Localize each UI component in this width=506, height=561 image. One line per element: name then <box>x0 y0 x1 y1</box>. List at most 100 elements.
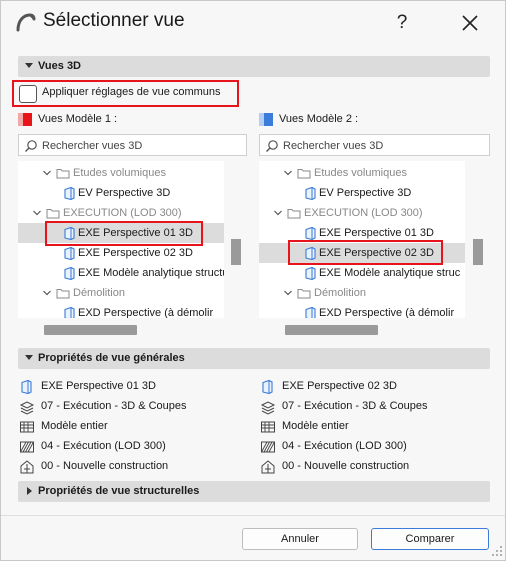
section-structural-label: Propriétés de vue structurelles <box>38 485 200 497</box>
model2-tree-item-label: EV Perspective 3D <box>319 187 412 199</box>
view-3d-icon <box>305 266 316 280</box>
model-filter-icon <box>20 421 34 433</box>
model1-tree-item-label: Démolition <box>73 287 125 299</box>
renovation-icon <box>261 460 275 474</box>
model1-tree-item-label: EXD Perspective (à démolir <box>78 307 214 318</box>
layers-icon <box>19 401 35 415</box>
property-value: 04 - Exécution (LOD 300) <box>41 440 166 452</box>
view-3d-icon <box>64 266 75 280</box>
property-value: 07 - Exécution - 3D & Coupes <box>41 400 187 412</box>
chevron-down-icon[interactable] <box>42 168 52 178</box>
model1-tree-view-item[interactable]: EXD Perspective (à démolir <box>18 303 224 318</box>
view-3d-icon <box>305 186 316 200</box>
model2-tree-item-label: EXECUTION (LOD 300) <box>304 207 423 219</box>
model2-vertical-scrollbar[interactable] <box>473 239 483 265</box>
cancel-button[interactable]: Annuler <box>242 528 358 550</box>
model1-tree-item-label: EXE Modèle analytique structu <box>78 267 224 279</box>
folder-icon <box>297 289 311 299</box>
model2-tree-item-label: EXE Modèle analytique struc <box>319 267 461 279</box>
title-bar: Sélectionner vue ? <box>1 1 505 45</box>
model1-vertical-scrollbar[interactable] <box>231 239 241 265</box>
model2-color-icon <box>259 113 273 126</box>
archicad-logo-icon <box>16 13 36 32</box>
view-3d-icon <box>64 186 75 200</box>
section-views-3d[interactable]: Vues 3D <box>18 56 490 77</box>
structure-icon <box>261 441 275 453</box>
search-icon <box>266 140 278 152</box>
model1-tree-view-item[interactable]: EV Perspective 3D <box>18 183 224 203</box>
view-3d-icon <box>262 379 273 395</box>
section-general-properties[interactable]: Propriétés de vue générales <box>18 348 490 369</box>
model1-tree-view-item[interactable]: EXE Modèle analytique structu <box>18 263 224 283</box>
model2-tree-folder[interactable]: Démolition <box>259 283 465 303</box>
help-button[interactable]: ? <box>389 9 415 37</box>
collapse-arrow-icon <box>25 355 33 360</box>
model2-tree-folder[interactable]: EXECUTION (LOD 300) <box>259 203 465 223</box>
model2-tree-folder[interactable]: Etudes volumiques <box>259 163 465 183</box>
model1-tree-item-label: EXECUTION (LOD 300) <box>63 207 182 219</box>
expand-arrow-icon <box>27 487 32 495</box>
property-value: 04 - Exécution (LOD 300) <box>282 440 407 452</box>
close-icon[interactable] <box>456 9 484 37</box>
collapse-arrow-icon <box>25 63 33 68</box>
folder-icon <box>46 209 60 219</box>
model1-selection-highlight <box>45 221 203 246</box>
common-settings-highlight: Appliquer réglages de vue communs <box>12 80 239 107</box>
chevron-down-icon[interactable] <box>283 168 293 178</box>
common-settings-checkbox[interactable] <box>19 85 37 103</box>
model-filter-icon <box>261 421 275 433</box>
model2-selection-highlight <box>288 240 443 265</box>
property-value: EXE Perspective 01 3D <box>41 380 156 392</box>
model2-tree-view-item[interactable]: EXE Modèle analytique struc <box>259 263 465 283</box>
dialog-title: Sélectionner vue <box>43 10 185 31</box>
chevron-down-icon[interactable] <box>42 288 52 298</box>
model1-tree-item-label: EV Perspective 3D <box>78 187 171 199</box>
view-3d-icon <box>64 246 75 260</box>
view-3d-icon <box>305 226 316 240</box>
search-icon <box>25 140 37 152</box>
model1-tree-folder[interactable]: Etudes volumiques <box>18 163 224 183</box>
model2-search[interactable] <box>259 134 490 156</box>
compare-button[interactable]: Comparer <box>371 528 489 550</box>
view-3d-icon <box>21 379 32 395</box>
model2-horizontal-scrollbar[interactable] <box>285 325 378 335</box>
view-3d-icon <box>305 306 316 318</box>
property-value: Modèle entier <box>282 420 349 432</box>
model1-horizontal-scrollbar[interactable] <box>44 325 137 335</box>
property-row: 00 - Nouvelle construction <box>260 458 480 476</box>
property-value: Modèle entier <box>41 420 108 432</box>
property-row: EXE Perspective 02 3D <box>260 378 480 396</box>
model2-search-input[interactable] <box>283 138 478 153</box>
model1-tree-view-item[interactable]: EXE Perspective 02 3D <box>18 243 224 263</box>
section-views-3d-label: Vues 3D <box>38 60 82 72</box>
model2-tree-view-item[interactable]: EXD Perspective (à démolir <box>259 303 465 318</box>
section-structural-properties[interactable]: Propriétés de vue structurelles <box>18 481 490 502</box>
resize-grip-icon[interactable] <box>491 545 503 557</box>
property-row: Modèle entier <box>19 418 239 436</box>
select-view-dialog: Sélectionner vue ? Vues 3D Appliquer rég… <box>0 0 506 561</box>
property-value: 07 - Exécution - 3D & Coupes <box>282 400 428 412</box>
model2-tree-item-label: Etudes volumiques <box>314 167 407 179</box>
model1-color-icon <box>18 113 32 126</box>
model1-tree-folder[interactable]: EXECUTION (LOD 300) <box>18 203 224 223</box>
model2-tree-view-item[interactable]: EV Perspective 3D <box>259 183 465 203</box>
folder-icon <box>56 169 70 179</box>
structure-icon <box>20 441 34 453</box>
model2-tree-item-label: EXD Perspective (à démolir <box>319 307 455 318</box>
property-row: 07 - Exécution - 3D & Coupes <box>260 398 480 416</box>
model1-search[interactable] <box>18 134 247 156</box>
model1-tree-item-label: EXE Perspective 02 3D <box>78 247 193 259</box>
footer-divider <box>1 515 505 516</box>
chevron-down-icon[interactable] <box>273 208 283 218</box>
property-row: 00 - Nouvelle construction <box>19 458 239 476</box>
view-3d-icon <box>64 306 75 318</box>
model2-header: Vues Modèle 2 : <box>259 112 459 128</box>
property-value: EXE Perspective 02 3D <box>282 380 397 392</box>
common-settings-label[interactable]: Appliquer réglages de vue communs <box>42 86 221 98</box>
chevron-down-icon[interactable] <box>32 208 42 218</box>
chevron-down-icon[interactable] <box>283 288 293 298</box>
folder-icon <box>297 169 311 179</box>
model1-search-input[interactable] <box>42 138 237 153</box>
model1-tree-folder[interactable]: Démolition <box>18 283 224 303</box>
property-row: Modèle entier <box>260 418 480 436</box>
